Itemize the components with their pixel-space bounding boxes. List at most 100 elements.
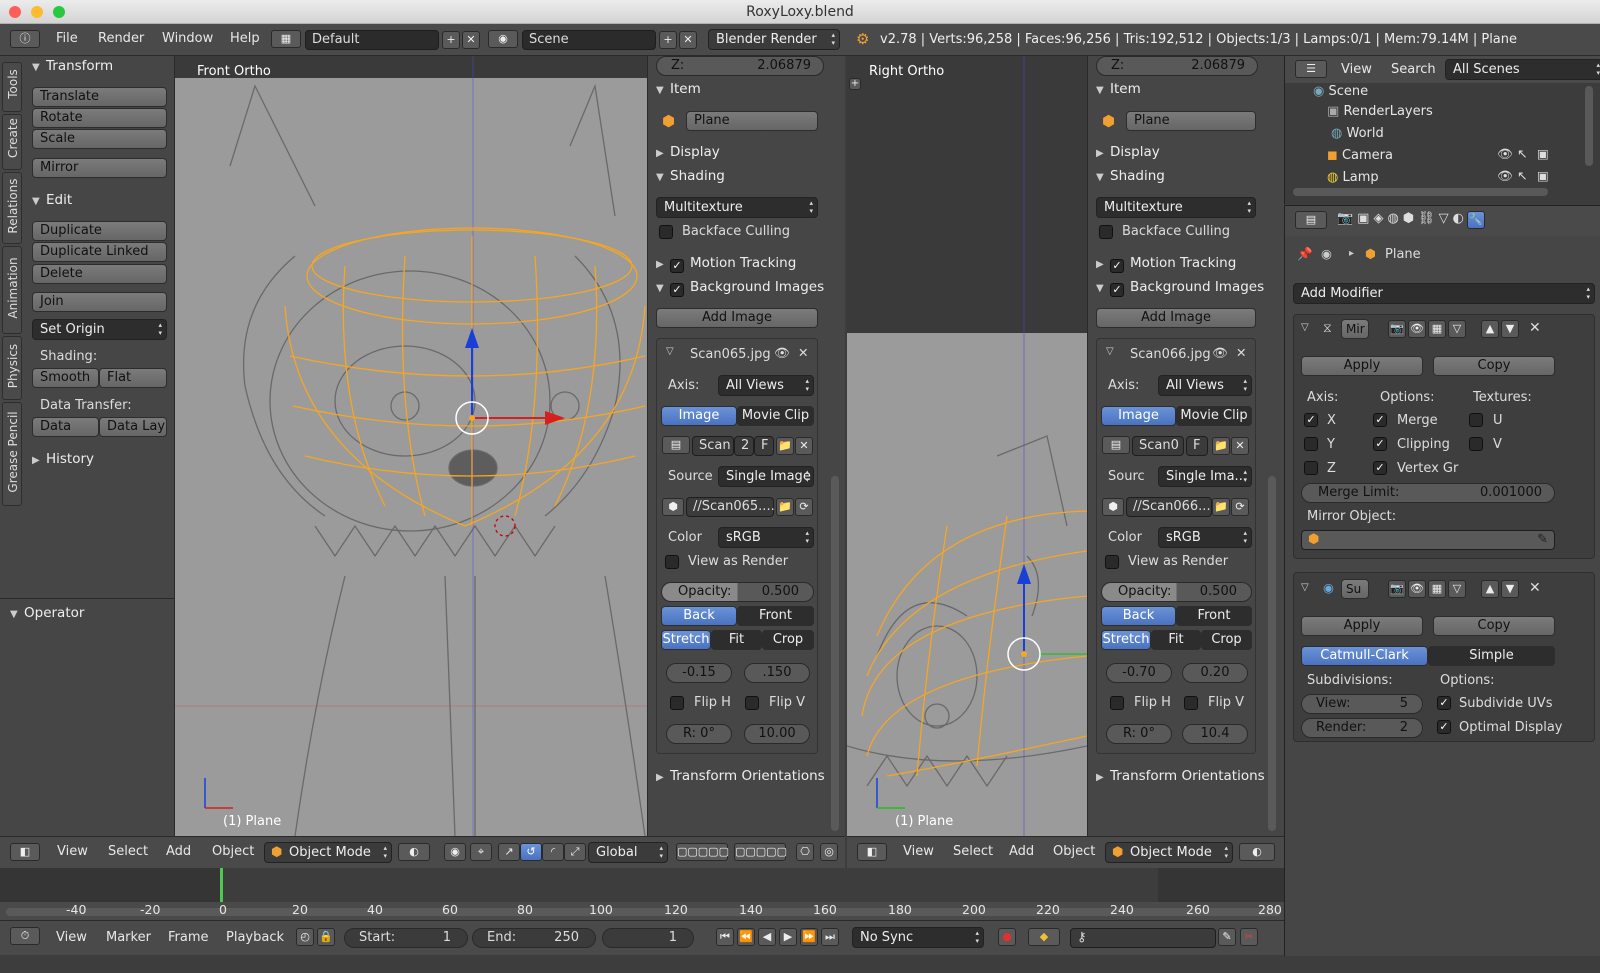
start-frame-field[interactable]: Start: 1 xyxy=(344,928,468,948)
z-location-field[interactable]: Z: 2.06879 xyxy=(1096,56,1258,76)
menu-view[interactable]: View xyxy=(903,844,934,859)
source-dropdown[interactable]: Single Ima... xyxy=(1158,466,1252,487)
screen-layout-field[interactable]: Default xyxy=(305,30,439,50)
render-preview-icon[interactable]: ◎ xyxy=(820,843,838,861)
subdivide-uvs-checkbox[interactable]: ✓ xyxy=(1437,696,1451,710)
layer-buttons-1[interactable]: ▢▢▢▢▢ xyxy=(676,843,729,861)
fake-user-button[interactable]: F xyxy=(1186,436,1208,456)
filepath-field[interactable]: //Scan066.... xyxy=(1126,497,1215,517)
keying-icon[interactable]: ◆ xyxy=(1028,928,1060,946)
vertex-groups-checkbox[interactable]: ✓ xyxy=(1373,461,1387,475)
subsurf-collapse-icon[interactable]: ▽ xyxy=(1301,582,1309,593)
movie-clip-tab-button[interactable]: Movie Clip xyxy=(737,406,814,426)
pin-icon[interactable]: 📌 xyxy=(1297,246,1313,262)
current-frame-field[interactable]: 1 xyxy=(602,928,694,948)
play-icon[interactable]: ▶ xyxy=(779,928,797,946)
camera-visibility-eye-icon[interactable]: 👁 xyxy=(1497,146,1513,162)
subdivisions-render-field[interactable]: Render: 2 xyxy=(1301,718,1423,738)
menu-add[interactable]: Add xyxy=(1009,844,1034,859)
modifier-wrench-icon[interactable]: 🔧 xyxy=(1467,211,1485,229)
mirror-apply-button[interactable]: Apply xyxy=(1301,356,1423,376)
outliner-editor-icon[interactable]: ☰ xyxy=(1295,60,1327,78)
flip-h-checkbox[interactable] xyxy=(670,696,684,710)
sync-mode-dropdown[interactable]: No Sync xyxy=(852,927,984,948)
offset-y-field[interactable]: .150 xyxy=(744,663,810,683)
outliner-h-scrollbar[interactable] xyxy=(1293,188,1548,196)
pivot-point-icon[interactable]: ◉ xyxy=(444,843,466,861)
data-lay-button[interactable]: Data Lay xyxy=(99,417,167,437)
object-mode-dropdown[interactable]: ⬢ Object Mode xyxy=(264,842,392,863)
tab-grease-pencil[interactable]: Grease Pencil xyxy=(2,402,22,506)
crop-button[interactable]: Crop xyxy=(1201,630,1252,650)
backface-culling-checkbox[interactable] xyxy=(1099,225,1113,239)
item-panel-header[interactable]: ▼ Item xyxy=(1096,81,1141,97)
outliner-display-dropdown[interactable]: All Scenes xyxy=(1445,59,1600,80)
menu-window[interactable]: Window xyxy=(162,31,213,46)
layer-buttons-2[interactable]: ▢▢▢▢▢ xyxy=(734,843,787,861)
image-browse-icon[interactable]: ▤ xyxy=(1102,436,1130,454)
record-icon[interactable]: ● xyxy=(998,928,1016,946)
transform-panel-header[interactable]: ▼ Transform xyxy=(32,58,113,74)
move-up-icon[interactable]: ▲ xyxy=(1481,580,1499,598)
image-browse-icon[interactable]: ▤ xyxy=(662,436,690,454)
editor-type-icon[interactable]: ◧ xyxy=(857,843,887,861)
clipping-checkbox[interactable]: ✓ xyxy=(1373,437,1387,451)
back-button[interactable]: Back xyxy=(1101,606,1176,626)
source-dropdown[interactable]: Single Image xyxy=(718,466,814,487)
item-panel-header[interactable]: ▼ Item xyxy=(656,81,701,97)
maximize-window-button[interactable] xyxy=(53,6,65,18)
editor-type-icon[interactable]: ◧ xyxy=(10,843,40,861)
duplicate-button[interactable]: Duplicate xyxy=(32,221,167,241)
history-panel-header[interactable]: ▶ History xyxy=(32,451,94,467)
size-field[interactable]: 10.00 xyxy=(744,724,810,744)
end-frame-field[interactable]: End: 250 xyxy=(472,928,596,948)
front-button[interactable]: Front xyxy=(737,606,814,626)
simple-button[interactable]: Simple xyxy=(1428,646,1555,666)
collapse-icon[interactable]: ▽ xyxy=(666,346,674,357)
mirror-copy-button[interactable]: Copy xyxy=(1433,356,1555,376)
axis-dropdown[interactable]: All Views xyxy=(718,375,814,396)
jump-end-icon[interactable]: ⏭ xyxy=(821,928,839,946)
next-keyframe-icon[interactable]: ⏩ xyxy=(800,928,818,946)
move-down-icon[interactable]: ▼ xyxy=(1501,580,1519,598)
optimal-display-checkbox[interactable]: ✓ xyxy=(1437,720,1451,734)
operator-panel-header[interactable]: ▼ Operator xyxy=(10,605,84,621)
subsurf-apply-button[interactable]: Apply xyxy=(1301,616,1423,636)
motion-tracking-panel-header[interactable]: ▶ ✓ Motion Tracking xyxy=(1096,255,1236,273)
viewport-shading-icon[interactable]: ◐ xyxy=(1239,843,1275,861)
background-images-panel-header[interactable]: ▼ ✓ Background Images xyxy=(1096,279,1264,297)
menu-file[interactable]: File xyxy=(56,31,78,46)
outliner-item-camera[interactable]: ◼ Camera xyxy=(1327,148,1393,163)
menu-view[interactable]: View xyxy=(57,844,88,859)
z-location-field[interactable]: Z: 2.06879 xyxy=(656,56,824,76)
insert-keyframe-icon[interactable]: ✎ xyxy=(1218,928,1236,946)
set-origin-dropdown[interactable]: Set Origin xyxy=(32,319,167,340)
item-name-field[interactable]: Plane xyxy=(1126,111,1256,131)
crop-button[interactable]: Crop xyxy=(762,630,814,650)
timeline-menu-frame[interactable]: Frame xyxy=(168,930,209,945)
fit-button[interactable]: Fit xyxy=(711,630,762,650)
lamp-select-cursor-icon[interactable]: ↖ xyxy=(1517,168,1527,183)
image-tab-button[interactable]: Image xyxy=(1101,406,1176,426)
scale-button[interactable]: Scale xyxy=(32,129,167,149)
viewport-shading-icon[interactable]: ◐ xyxy=(398,843,430,861)
edit-panel-header[interactable]: ▼ Edit xyxy=(32,192,72,208)
rotation-field[interactable]: R: 0° xyxy=(666,724,732,744)
translate-manipulator-icon[interactable]: ↗ xyxy=(498,843,520,861)
minimize-window-button[interactable] xyxy=(31,6,43,18)
shading-panel-header[interactable]: ▼ Shading xyxy=(656,168,725,184)
unlink-image-icon[interactable]: ✕ xyxy=(795,437,813,455)
image-datablock-field[interactable]: Scan0 xyxy=(1132,436,1184,456)
texture-u-checkbox[interactable] xyxy=(1469,413,1483,427)
editmode-toggle-icon[interactable]: ▦ xyxy=(1428,320,1446,338)
display-panel-header[interactable]: ▶ Display xyxy=(1096,144,1160,160)
flip-h-checkbox[interactable] xyxy=(1110,696,1124,710)
mirror-button[interactable]: Mirror xyxy=(32,158,167,178)
color-space-dropdown[interactable]: sRGB xyxy=(1158,527,1252,548)
properties-editor-icon[interactable]: ▤ xyxy=(1295,211,1327,229)
translate-button[interactable]: Translate xyxy=(32,87,167,107)
viewport-front-ortho[interactable]: Front Ortho (1) Plane xyxy=(175,56,647,836)
back-button[interactable]: Back xyxy=(661,606,737,626)
editmode-toggle-icon[interactable]: ▦ xyxy=(1428,580,1446,598)
merge-limit-field[interactable]: Merge Limit: 0.001000 xyxy=(1301,483,1555,503)
